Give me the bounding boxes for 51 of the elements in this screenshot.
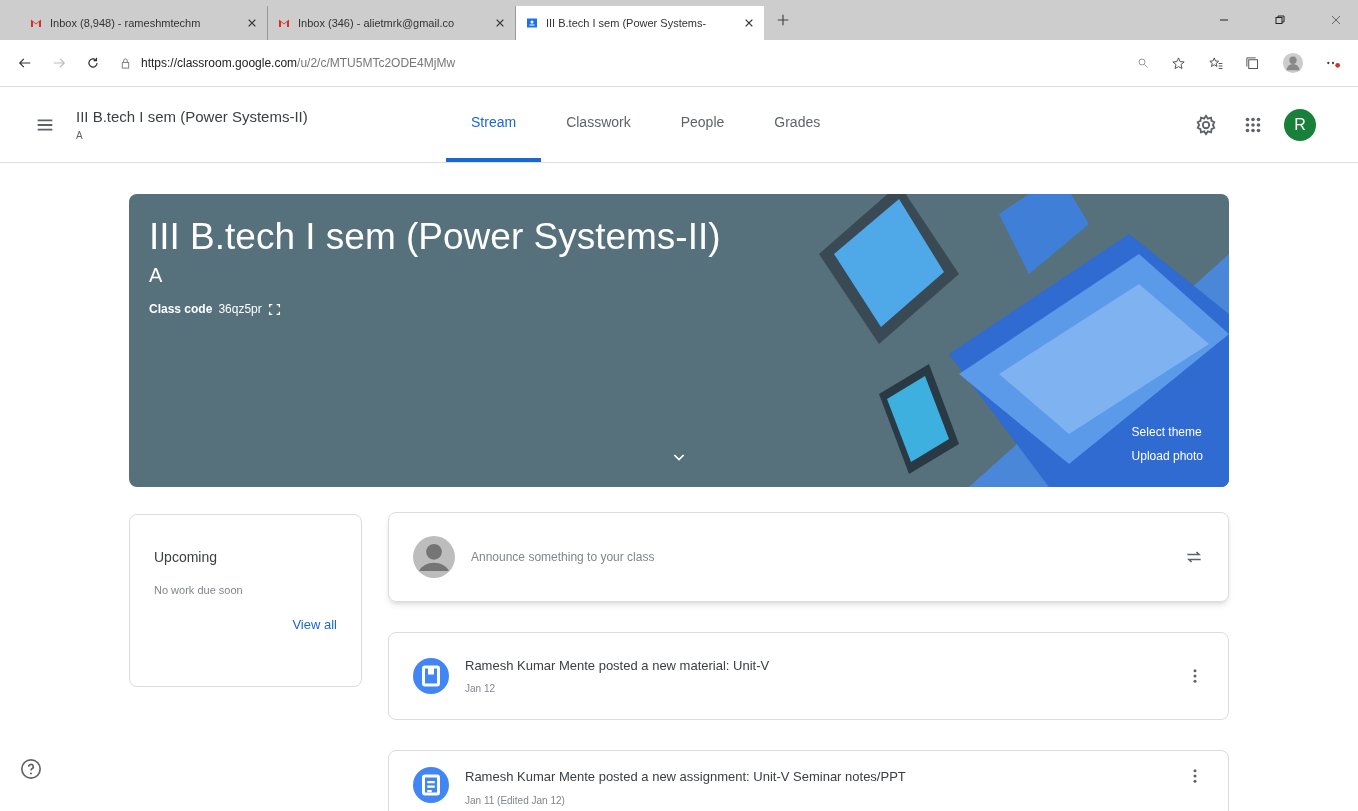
restore-icon[interactable] [1274, 14, 1286, 26]
fullscreen-icon[interactable] [267, 302, 281, 316]
material-icon [413, 658, 449, 694]
nav-tab[interactable]: Stream [446, 87, 542, 162]
settings-icon[interactable] [1195, 113, 1217, 136]
classroom-icon [526, 17, 538, 29]
close-icon[interactable] [495, 18, 505, 28]
post-card[interactable]: Ramesh Kumar Mente posted a new material: Unit-V Jan 12 [388, 632, 1229, 720]
browser-tab[interactable]: III B.tech I sem (Power Systems- [516, 6, 764, 40]
tab-title: Inbox (346) - alietmrk@gmail.co [298, 15, 456, 31]
plus-icon[interactable] [776, 13, 790, 27]
post-date: Jan 12 [465, 682, 496, 697]
collections-icon[interactable] [1245, 55, 1260, 71]
upcoming-message: No work due soon [154, 583, 244, 598]
back-icon[interactable] [18, 56, 32, 70]
tab-title: III B.tech I sem (Power Systems- [546, 15, 708, 31]
address-field[interactable]: https://classroom.google.com/u/2/c/MTU5MTc2ODE4MjMw [120, 54, 1117, 72]
url-text: https://classroom.google.com/u/2/c/MTU5MTc2ODE4MjMw [141, 55, 456, 72]
banner-title: III B.tech I sem (Power Systems-II) [149, 215, 721, 259]
view-all-link[interactable]: View all [292, 614, 337, 634]
tab-title: Inbox (8,948) - rameshmtechm [50, 15, 202, 31]
nav-tab[interactable]: Grades [749, 87, 846, 162]
avatar-icon [413, 536, 455, 578]
close-icon[interactable] [744, 18, 754, 28]
lock-icon [120, 57, 131, 69]
post-title: Ramesh Kumar Mente posted a new assignment: Unit-V Seminar notes/PPT [465, 768, 906, 786]
banner-section: A [149, 260, 163, 291]
reload-icon[interactable] [86, 56, 100, 70]
announce-field[interactable]: Announce something to your class [471, 548, 1168, 566]
assignment-icon [413, 767, 449, 803]
post-title: Ramesh Kumar Mente posted a new material: Unit-V [465, 656, 770, 675]
class-code-label: Class code [149, 301, 213, 319]
class-name[interactable]: III B.tech I sem (Power Systems-II) [76, 105, 446, 129]
banner-link[interactable]: Upload photo [1131, 447, 1203, 465]
profile-icon[interactable] [1282, 52, 1304, 74]
post-date: Jan 11 (Edited Jan 12) [465, 793, 565, 808]
class-code: 36qz5pr [218, 301, 262, 319]
upcoming-title: Upcoming [154, 548, 219, 567]
help-icon[interactable] [20, 758, 42, 780]
zoom-icon[interactable] [1137, 57, 1149, 69]
favorites-icon[interactable] [1208, 55, 1223, 71]
close-icon[interactable] [247, 18, 257, 28]
star-add-icon[interactable] [1171, 55, 1186, 71]
post-card[interactable]: Ramesh Kumar Mente posted a new assignment: Unit-V Seminar notes/PPT Jan 11 (Edited Jan 12) [388, 750, 1229, 811]
mail-icon [30, 17, 42, 29]
nav-tab[interactable]: People [655, 87, 750, 162]
section-label: A [76, 129, 84, 144]
banner-link[interactable]: Select theme [1131, 423, 1202, 441]
mail-icon [278, 17, 290, 29]
nav-tab[interactable]: Classwork [541, 87, 656, 162]
account-avatar[interactable]: R [1284, 108, 1316, 141]
